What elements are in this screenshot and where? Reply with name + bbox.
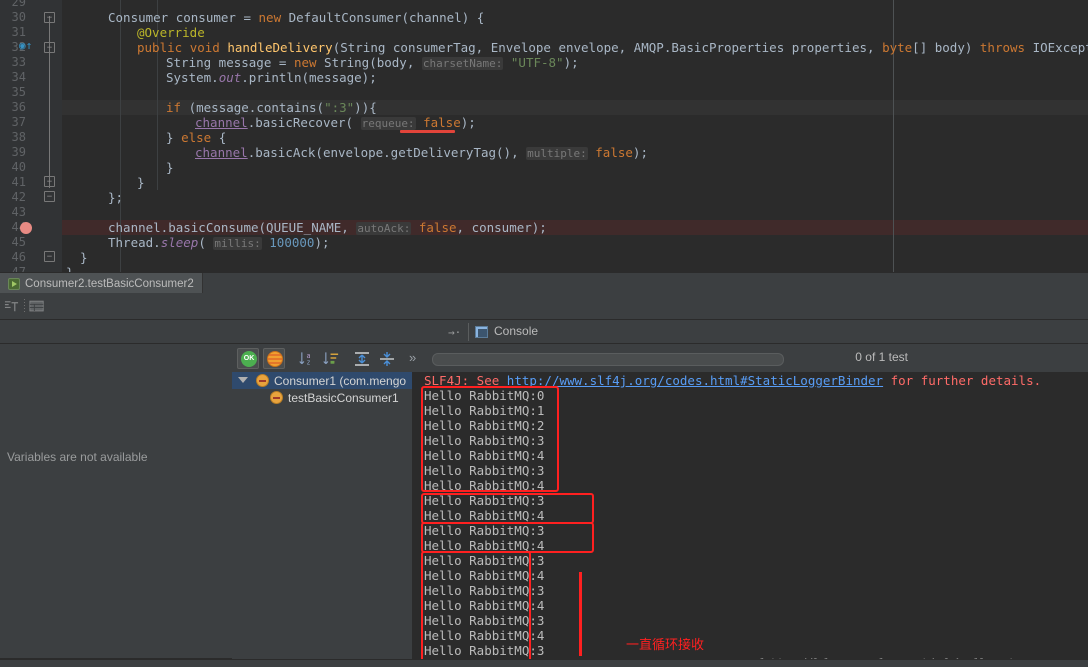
chevron-down-icon[interactable] [238, 377, 248, 383]
debug-tab-bar: Consumer2.testBasicConsumer2 [0, 272, 1088, 294]
console-output[interactable]: SLF4J: See http://www.slf4j.org/codes.ht… [414, 372, 1088, 667]
line-number: 35 [11, 85, 26, 99]
code-line-42: }; [108, 190, 124, 205]
code-line-32: public void handleDelivery(String consum… [137, 40, 1088, 55]
collapse-all-icon[interactable] [379, 351, 395, 367]
code-line-33: String message = new String(body, charse… [166, 55, 579, 70]
console-tab-label[interactable]: Console [494, 324, 538, 338]
test-progress-container [432, 344, 842, 372]
console-icon [475, 326, 488, 338]
expand-all-icon[interactable] [354, 351, 370, 367]
code-line-39: channel.basicAck(envelope.getDeliveryTag… [195, 145, 648, 160]
annotation-box-3 [421, 522, 594, 553]
test-tree-row-consumer1[interactable]: Consumer1 (com.mengo [232, 372, 412, 389]
show-stacktrace-icon[interactable] [263, 348, 285, 369]
annotation-box-1 [421, 386, 559, 492]
collapse-arrow-icon[interactable]: →· [448, 326, 461, 339]
code-line-40: } [166, 160, 174, 175]
line-number: 47 [11, 265, 26, 272]
variables-pane[interactable]: Variables are not available [0, 320, 232, 658]
line-number: 34 [11, 70, 26, 84]
line-number: 38 [11, 130, 26, 144]
test-tree-label: testBasicConsumer1 [288, 390, 399, 405]
code-line-46: } [80, 250, 88, 265]
slf4j-link[interactable]: http://www.slf4j.org/codes.html#StaticLo… [507, 373, 883, 388]
code-editor[interactable]: 29 30 31 32 33 34 35 36 37 38 39 40 41 4… [0, 0, 1088, 272]
code-line-34: System.out.println(message); [166, 70, 377, 85]
code-line-36: if (message.contains(":3")){ [166, 100, 377, 115]
text-alignment-icon[interactable] [4, 299, 19, 314]
code-line-47: } [66, 265, 74, 272]
line-number: 42 [11, 190, 26, 204]
annotation-box-4 [421, 551, 531, 667]
toolbar-separator [24, 299, 25, 314]
test-status-label: 0 of 1 test [855, 350, 908, 364]
test-tree[interactable]: Consumer1 (com.mengo testBasicConsumer1 [232, 372, 412, 667]
code-line-45: Thread.sleep( millis: 100000); [108, 235, 330, 250]
slf4j-suffix: for further details. [883, 373, 1042, 388]
test-tree-row-testbasicconsumer1[interactable]: testBasicConsumer1 [232, 389, 412, 406]
annotation-box-2 [421, 493, 594, 524]
line-number: 45 [11, 235, 26, 249]
code-line-37: channel.basicRecover( requeue: false); [195, 115, 476, 130]
annotation-underline [400, 130, 455, 133]
test-runner-toolbar[interactable]: OK a z » 0 of 1 test [232, 344, 1088, 389]
test-progress-bar [432, 353, 784, 366]
test-error-icon [270, 391, 283, 404]
debugger-mini-toolbar[interactable] [0, 293, 1088, 320]
table-view-icon[interactable] [29, 299, 45, 314]
line-number: 39 [11, 145, 26, 159]
header-separator [468, 323, 469, 341]
debug-lower-area: Variables are not available →· Console O… [0, 320, 1088, 667]
variables-unavailable-message: Variables are not available [7, 450, 148, 464]
fold-toggle-icon[interactable]: − [44, 191, 55, 202]
run-configuration-icon [8, 277, 20, 290]
code-line-38: } else { [166, 130, 227, 145]
code-line-30: Consumer consumer = new DefaultConsumer(… [108, 10, 485, 25]
line-number: 37 [11, 115, 26, 129]
fold-toggle-icon[interactable]: − [44, 251, 55, 262]
breakpoint-icon[interactable] [20, 222, 32, 234]
fold-toggle-icon[interactable]: − [44, 42, 55, 53]
line-number: 41 [11, 175, 26, 189]
line-number: 40 [11, 160, 26, 174]
test-tree-label: Consumer1 (com.mengo [274, 373, 407, 388]
stacktrace-badge [267, 351, 283, 367]
more-options-icon[interactable]: » [409, 350, 416, 365]
status-bar [0, 659, 1088, 667]
line-number: 46 [11, 250, 26, 264]
ok-badge: OK [241, 351, 257, 367]
annotation-note: 一直循环接收 [626, 637, 705, 652]
code-line-41: } [137, 175, 145, 190]
tab-consumer2-testbasicconsumer2[interactable]: Consumer2.testBasicConsumer2 [0, 273, 203, 294]
annotation-bracket [579, 572, 582, 656]
svg-text:z: z [307, 359, 311, 367]
line-number: 31 [11, 25, 26, 39]
variables-pane-header [0, 320, 232, 344]
ide-window: 29 30 31 32 33 34 35 36 37 38 39 40 41 4… [0, 0, 1088, 667]
fold-toggle-icon[interactable]: − [44, 176, 55, 187]
code-line-31: @Override [137, 25, 205, 40]
fold-toggle-icon[interactable]: − [44, 12, 55, 23]
show-passed-icon[interactable]: OK [237, 348, 259, 369]
run-test-gutter-icon[interactable]: ◉↑ [19, 39, 33, 53]
sort-alphabetically-icon[interactable]: a z [299, 351, 316, 367]
code-text-area[interactable]: Consumer consumer = new DefaultConsumer(… [62, 0, 1088, 272]
line-number: 30 [11, 10, 26, 24]
code-line-44: channel.basicConsume(QUEUE_NAME, autoAck… [108, 220, 547, 235]
line-number: 29 [11, 0, 26, 9]
test-error-icon [256, 374, 269, 387]
line-number: 33 [11, 55, 26, 69]
line-number: 36 [11, 100, 26, 114]
line-number: 43 [11, 205, 26, 219]
sort-by-duration-icon[interactable] [323, 351, 340, 367]
tab-label: Consumer2.testBasicConsumer2 [25, 277, 194, 290]
console-tab-header: →· Console [232, 320, 1088, 344]
